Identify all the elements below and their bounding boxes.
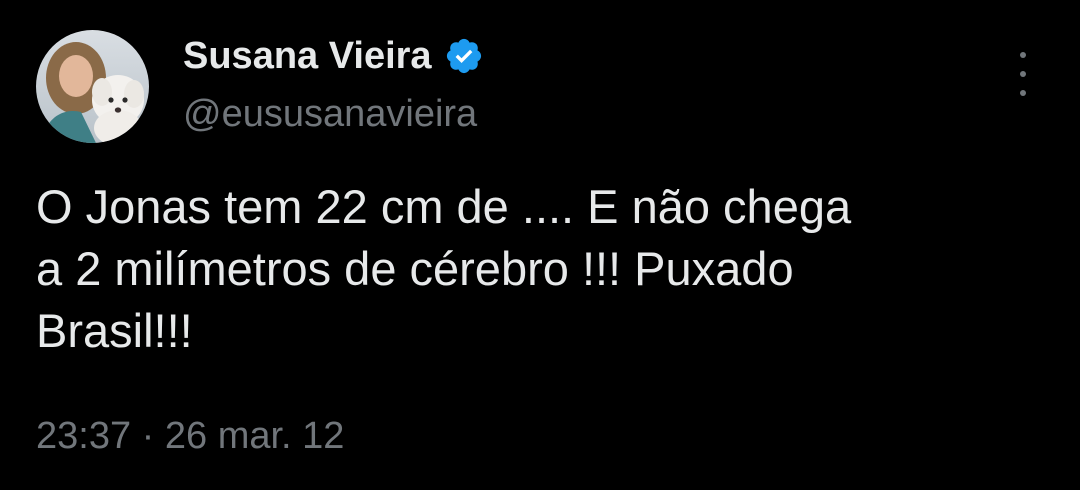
more-dot xyxy=(1020,52,1026,58)
verified-badge-icon xyxy=(444,36,484,76)
more-dot xyxy=(1020,71,1026,77)
avatar-photo xyxy=(36,30,149,143)
tweet-date[interactable]: 26 mar. 12 xyxy=(165,415,345,457)
tweet-text: O Jonas tem 22 cm de .... E não chega a … xyxy=(36,180,852,357)
meta-separator: · xyxy=(131,415,165,457)
tweet: Susana Vieira @eususanavieira O Jonas te… xyxy=(0,0,1080,490)
author-name-row: Susana Vieira xyxy=(183,34,484,78)
more-dot xyxy=(1020,90,1026,96)
author-handle[interactable]: @eususanavieira xyxy=(183,92,477,136)
tweet-time[interactable]: 23:37 xyxy=(36,415,131,457)
tweet-timestamp: 23:37 · 26 mar. 12 xyxy=(36,412,344,460)
more-options-icon[interactable] xyxy=(1008,52,1038,96)
author-display-name[interactable]: Susana Vieira xyxy=(183,34,432,78)
avatar[interactable] xyxy=(36,30,149,143)
